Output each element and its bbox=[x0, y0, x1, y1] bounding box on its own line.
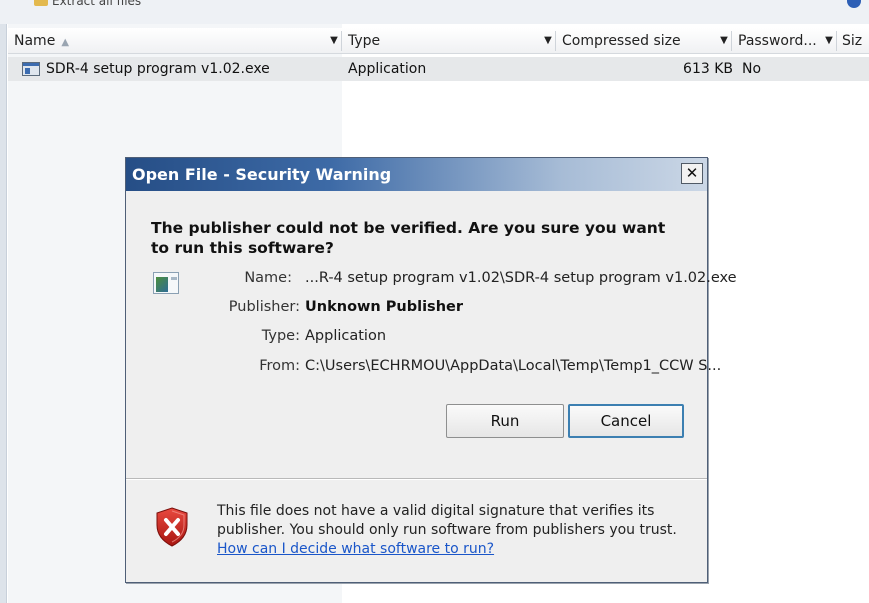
security-warning-dialog: Open File - Security Warning ✕ The publi… bbox=[125, 157, 737, 583]
publisher-value: Unknown Publisher bbox=[305, 299, 463, 315]
column-size-label: Siz bbox=[842, 33, 863, 49]
dialog-separator bbox=[126, 478, 707, 480]
warning-message: This file does not have a valid digital … bbox=[217, 502, 697, 559]
column-header-compressed-size[interactable]: Compressed size bbox=[556, 28, 718, 54]
help-link[interactable]: How can I decide what software to run? bbox=[217, 541, 494, 557]
column-compressed-size-dropdown[interactable]: ▼ bbox=[718, 32, 730, 50]
column-compressed-size-label: Compressed size bbox=[562, 33, 681, 49]
column-header-size[interactable]: Siz bbox=[837, 28, 869, 54]
dialog-question: The publisher could not be verified. Are… bbox=[151, 219, 666, 257]
column-type-dropdown[interactable]: ▼ bbox=[542, 32, 554, 50]
extract-all-files-button[interactable]: Extract all files bbox=[52, 0, 141, 8]
from-value: C:\Users\ECHRMOU\AppData\Local\Temp\Temp… bbox=[305, 358, 722, 374]
sort-ascending-icon: ▲ bbox=[61, 37, 70, 48]
file-name: SDR-4 setup program v1.02.exe bbox=[46, 61, 270, 77]
info-row-from: From: C:\Users\ECHRMOU\AppData\Local\Tem… bbox=[126, 356, 721, 376]
publisher-label: Publisher: bbox=[228, 299, 300, 315]
file-password: No bbox=[742, 61, 762, 77]
exe-file-icon bbox=[22, 62, 40, 76]
column-header-row: Name ▲ ▼ Type ▼ Compressed size ▼ Passwor… bbox=[8, 28, 869, 54]
info-row-type: Type: Application bbox=[126, 326, 706, 346]
column-name-dropdown[interactable]: ▼ bbox=[328, 32, 340, 50]
file-type: Application bbox=[348, 61, 427, 77]
name-label: Name: bbox=[244, 270, 292, 286]
run-button[interactable]: Run bbox=[446, 404, 564, 438]
help-icon[interactable] bbox=[847, 0, 861, 8]
file-compressed-size: 613 KB bbox=[683, 61, 733, 77]
column-type-label: Type bbox=[348, 33, 381, 49]
dialog-title: Open File - Security Warning bbox=[132, 165, 392, 184]
column-password-dropdown[interactable]: ▼ bbox=[823, 32, 835, 50]
type-label: Type: bbox=[261, 328, 300, 344]
column-password-label: Password... bbox=[738, 33, 817, 49]
explorer-toolbar: Extract all files bbox=[0, 0, 869, 24]
security-shield-icon bbox=[156, 507, 188, 547]
info-row-name: Name: ...R-4 setup program v1.02\SDR-4 s… bbox=[126, 268, 736, 288]
column-name-label: Name bbox=[14, 33, 56, 49]
dialog-titlebar[interactable]: Open File - Security Warning ✕ bbox=[126, 158, 707, 191]
table-row[interactable]: SDR-4 setup program v1.02.exe Applicatio… bbox=[8, 57, 869, 81]
cancel-button[interactable]: Cancel bbox=[568, 404, 684, 438]
info-row-publisher: Publisher: Unknown Publisher bbox=[126, 297, 706, 317]
column-header-name[interactable]: Name ▲ bbox=[8, 28, 328, 54]
column-header-password[interactable]: Password... bbox=[732, 28, 820, 54]
from-label: From: bbox=[259, 358, 300, 374]
type-value: Application bbox=[305, 328, 387, 344]
navigation-pane bbox=[0, 24, 7, 603]
column-header-type[interactable]: Type bbox=[342, 28, 542, 54]
folder-icon bbox=[34, 0, 48, 6]
warning-text: This file does not have a valid digital … bbox=[217, 503, 677, 538]
name-value: ...R-4 setup program v1.02\SDR-4 setup p… bbox=[305, 270, 737, 286]
close-icon[interactable]: ✕ bbox=[681, 163, 703, 184]
